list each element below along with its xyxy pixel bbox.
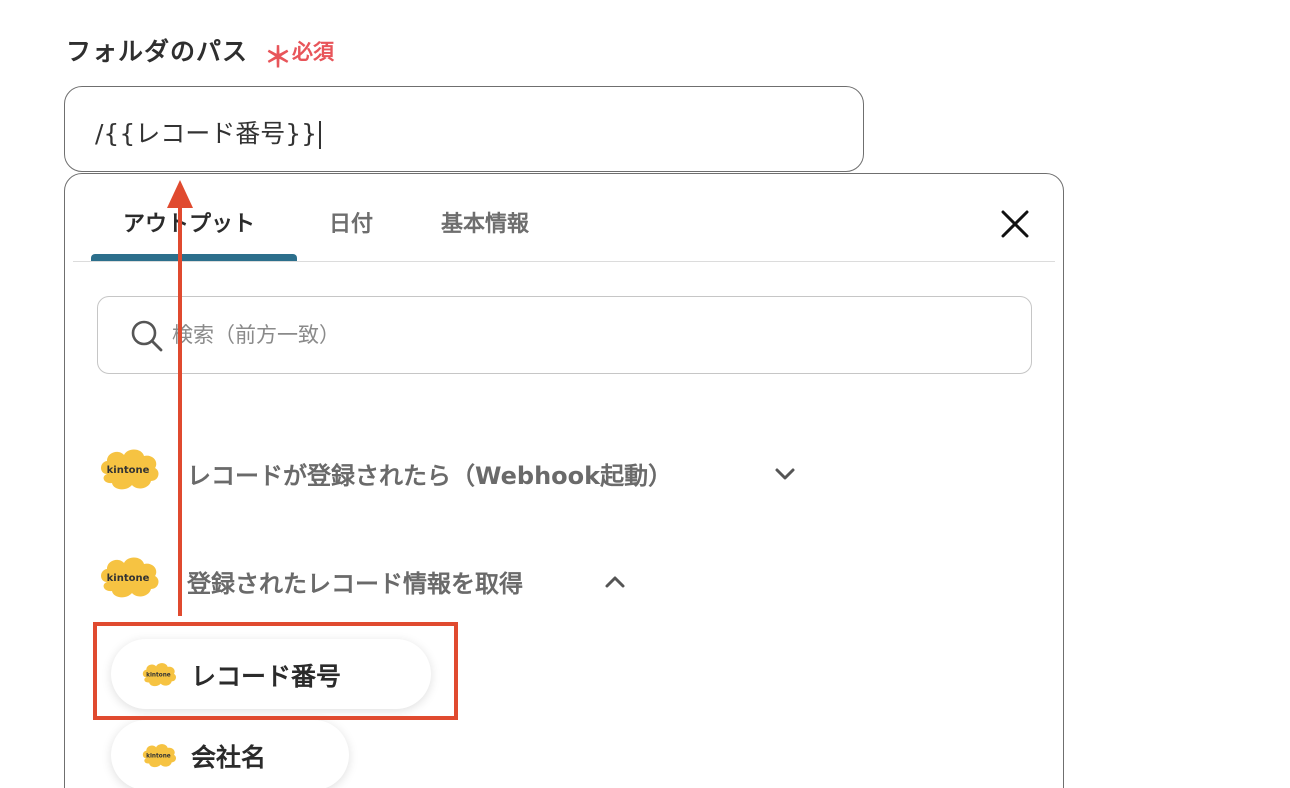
- kintone-logo-icon: kintone: [97, 552, 161, 604]
- kintone-logo-text: kintone: [107, 573, 150, 584]
- annotation-arrow-icon: [167, 180, 193, 616]
- folder-path-text: /{{レコード番号}}: [95, 119, 318, 148]
- field-label: フォルダのパス: [66, 37, 249, 66]
- chevron-up-icon: [605, 576, 625, 588]
- kintone-logo-icon: kintone: [142, 744, 177, 768]
- text-caret: [319, 121, 321, 149]
- chevron-down-icon: [775, 468, 795, 480]
- folder-path-input[interactable]: /{{レコード番号}}: [64, 86, 864, 172]
- kintone-logo-icon: kintone: [97, 444, 161, 496]
- search-icon: [131, 320, 163, 352]
- tab-divider: [73, 261, 1055, 262]
- close-button[interactable]: [997, 206, 1033, 242]
- output-item-label: 会社名: [191, 743, 267, 772]
- required-asterisk: ＊: [264, 41, 293, 74]
- kintone-logo-text: kintone: [107, 465, 150, 476]
- folder-path-value[interactable]: /{{レコード番号}}: [95, 114, 321, 150]
- search-box: [97, 296, 1032, 374]
- tab-date[interactable]: 日付: [329, 206, 373, 238]
- tab-basic-info[interactable]: 基本情報: [441, 206, 529, 238]
- group-record-registered[interactable]: kintone レコードが登録されたら（Webhook起動）: [97, 444, 847, 500]
- required-text: 必須: [292, 40, 334, 64]
- group-get-record-info[interactable]: kintone 登録されたレコード情報を取得: [97, 552, 847, 608]
- annotation-highlight-box: [93, 622, 458, 720]
- group-title: 登録されたレコード情報を取得: [187, 570, 523, 598]
- search-input[interactable]: [172, 311, 992, 359]
- close-icon: [1001, 210, 1029, 238]
- group-title: レコードが登録されたら（Webhook起動）: [187, 462, 673, 490]
- kintone-logo-text: kintone: [146, 754, 171, 760]
- output-item-company-name[interactable]: kintone 会社名: [111, 720, 349, 788]
